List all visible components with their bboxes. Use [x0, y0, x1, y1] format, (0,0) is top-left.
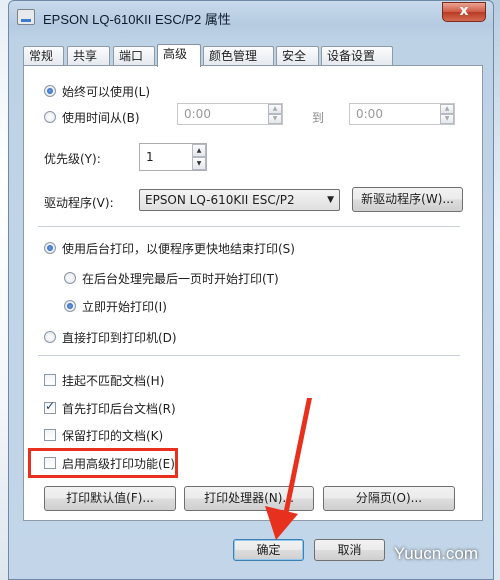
watermark-text: Yuucn.com [393, 544, 478, 563]
tab-advanced[interactable]: 高级 [157, 44, 201, 67]
annotation-arrow-icon [265, 398, 312, 540]
